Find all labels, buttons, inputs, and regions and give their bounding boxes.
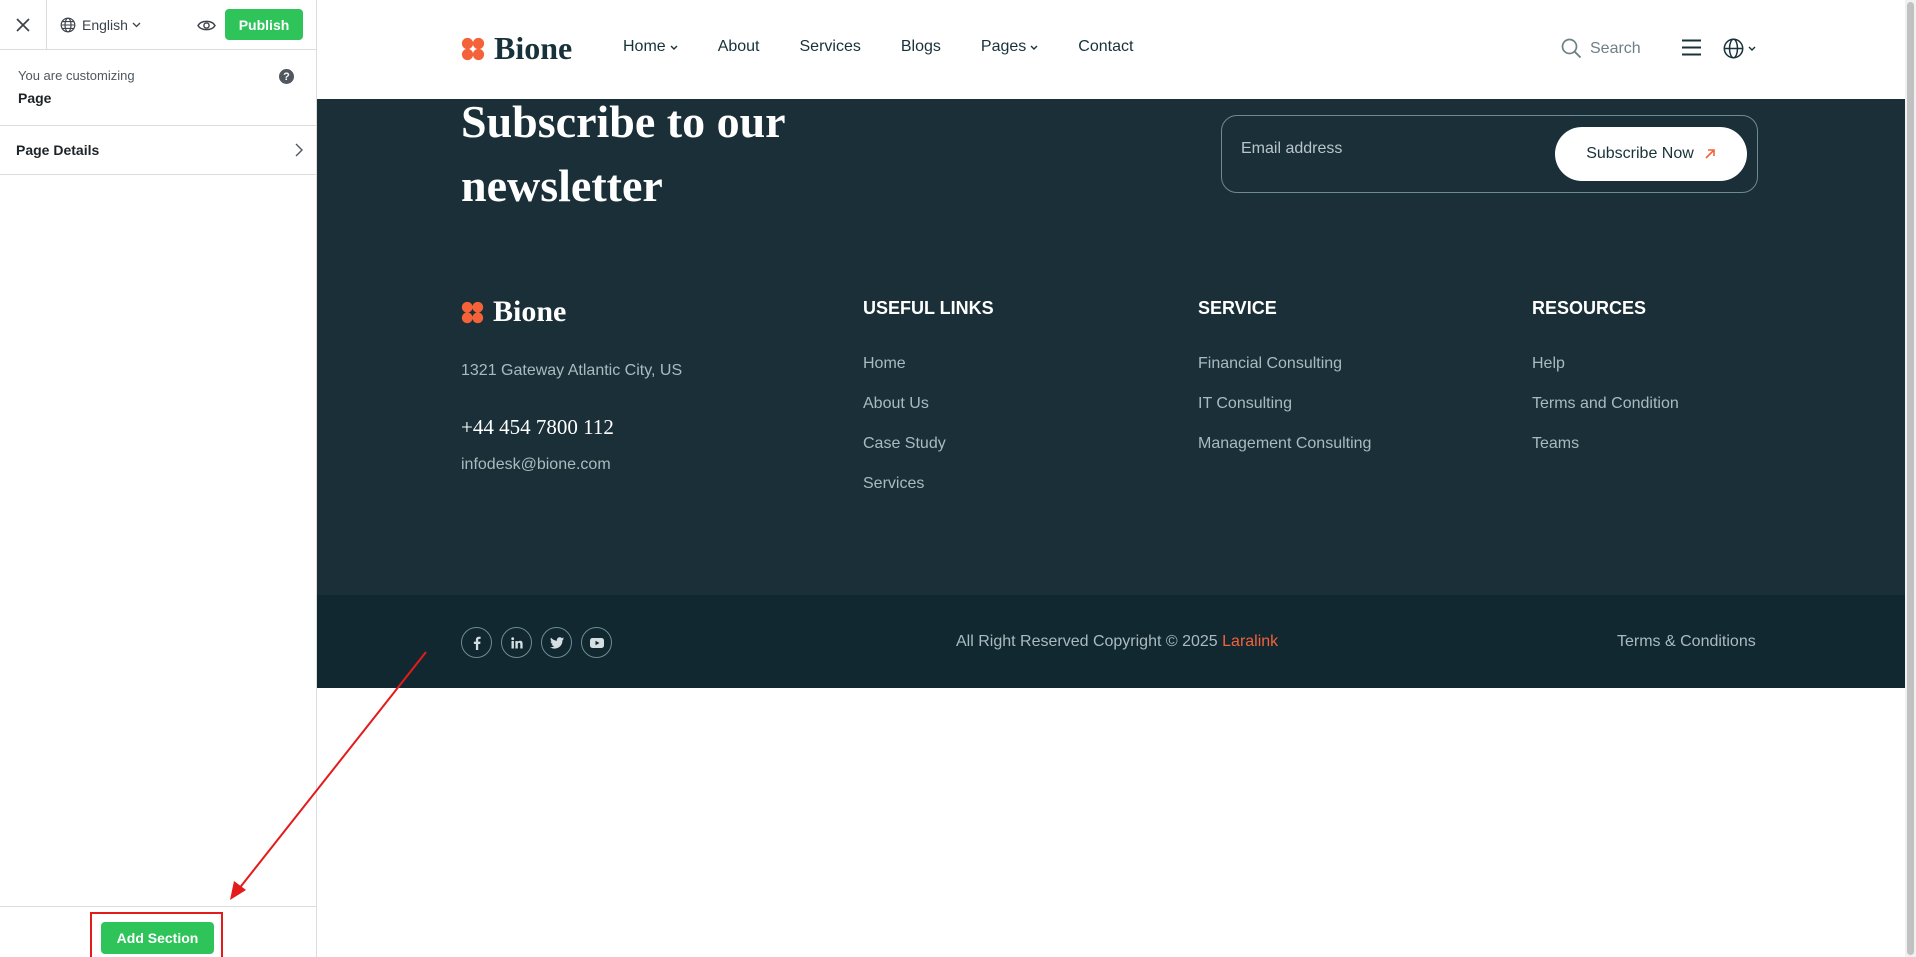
footer-column-title: SERVICE bbox=[1198, 298, 1277, 318]
close-icon bbox=[16, 17, 30, 32]
header-search[interactable]: Search bbox=[1561, 38, 1641, 59]
chevron-down-icon bbox=[1030, 45, 1038, 50]
footer-column-title: USEFUL LINKS bbox=[863, 298, 994, 318]
newsletter-title: Subscribe to our newsletter bbox=[461, 96, 785, 211]
brand-name: Bione bbox=[494, 30, 573, 66]
newsletter-form: Email address Subscribe Now bbox=[1221, 115, 1758, 193]
sidebar-header: English Publish bbox=[0, 0, 316, 50]
twitter-link[interactable] bbox=[541, 627, 572, 658]
nav-item-services[interactable]: Services bbox=[800, 38, 861, 56]
footer-column-useful-links: USEFUL LINKS Home About Us Case Study Se… bbox=[863, 298, 994, 515]
footer-link[interactable]: About Us bbox=[863, 395, 994, 435]
globe-icon bbox=[1723, 38, 1744, 59]
terms-link[interactable]: Terms & Conditions bbox=[1617, 633, 1756, 651]
footer-address: 1321 Gateway Atlantic City, US bbox=[461, 362, 683, 379]
customizing-target: Page bbox=[18, 90, 52, 106]
footer-link[interactable]: Services bbox=[863, 475, 994, 515]
help-icon[interactable]: ? bbox=[279, 69, 294, 84]
youtube-icon bbox=[589, 637, 604, 648]
footer-link[interactable]: Teams bbox=[1532, 435, 1679, 475]
sidebar-footer: Add Section bbox=[0, 906, 317, 957]
preview-scrollbar[interactable] bbox=[1905, 0, 1916, 957]
main-nav: Home About Services Blogs Pages Contact bbox=[623, 38, 1173, 56]
publish-button[interactable]: Publish bbox=[225, 9, 303, 40]
linkedin-link[interactable] bbox=[501, 627, 532, 658]
nav-item-about[interactable]: About bbox=[718, 38, 760, 56]
page-details-label: Page Details bbox=[16, 142, 100, 158]
footer-column-title: RESOURCES bbox=[1532, 298, 1647, 318]
flower-logo-icon bbox=[461, 37, 485, 60]
subscribe-label: Subscribe Now bbox=[1586, 145, 1694, 162]
copyright-brand-link[interactable]: Laralink bbox=[1222, 633, 1278, 650]
facebook-link[interactable] bbox=[461, 627, 492, 658]
chevron-down-icon bbox=[1748, 46, 1756, 51]
footer-link[interactable]: Management Consulting bbox=[1198, 435, 1371, 475]
footer-bottom-bar: All Right Reserved Copyright © 2025 Lara… bbox=[317, 595, 1905, 688]
globe-icon bbox=[60, 17, 76, 32]
customizer-window: English Publish You are customizing Page… bbox=[0, 0, 1916, 957]
search-icon bbox=[1561, 38, 1582, 59]
customizing-label: You are customizing bbox=[18, 68, 135, 83]
site-header: Bione Home About Services Blogs Pages Co… bbox=[317, 0, 1905, 99]
customizing-info: You are customizing Page bbox=[0, 50, 316, 126]
preview-toggle[interactable] bbox=[195, 14, 217, 36]
footer-link[interactable]: IT Consulting bbox=[1198, 395, 1371, 435]
chevron-down-icon bbox=[670, 45, 678, 50]
footer-link[interactable]: Terms and Condition bbox=[1532, 395, 1679, 435]
site-footer: Subscribe to our newsletter Email addres… bbox=[317, 96, 1905, 688]
chevron-down-icon bbox=[132, 22, 141, 27]
footer-column-service: SERVICE Financial Consulting IT Consulti… bbox=[1198, 298, 1371, 475]
add-section-button[interactable]: Add Section bbox=[101, 922, 214, 954]
chevron-right-icon bbox=[295, 143, 303, 157]
footer-link[interactable]: Financial Consulting bbox=[1198, 355, 1371, 395]
footer-logo[interactable]: Bione bbox=[461, 295, 566, 329]
nav-item-contact[interactable]: Contact bbox=[1078, 38, 1133, 56]
nav-item-pages[interactable]: Pages bbox=[981, 38, 1038, 56]
footer-email[interactable]: infodesk@bione.com bbox=[461, 456, 611, 474]
site-logo[interactable]: Bione bbox=[461, 30, 572, 67]
footer-brand-name: Bione bbox=[493, 295, 567, 328]
footer-link[interactable]: Case Study bbox=[863, 435, 994, 475]
footer-column-resources: RESOURCES Help Terms and Condition Teams bbox=[1532, 298, 1679, 475]
twitter-icon bbox=[549, 636, 564, 649]
footer-link[interactable]: Home bbox=[863, 355, 994, 395]
copyright-text: All Right Reserved Copyright © 2025 Lara… bbox=[956, 633, 1279, 650]
close-button[interactable] bbox=[0, 0, 47, 49]
search-label: Search bbox=[1590, 39, 1641, 57]
site-preview: Bione Home About Services Blogs Pages Co… bbox=[317, 0, 1905, 957]
hamburger-menu[interactable] bbox=[1682, 39, 1701, 61]
language-label: English bbox=[82, 16, 128, 33]
hamburger-icon bbox=[1682, 39, 1701, 56]
footer-link[interactable]: Help bbox=[1532, 355, 1679, 395]
flower-logo-icon bbox=[461, 301, 484, 323]
page-details-item[interactable]: Page Details bbox=[0, 126, 316, 175]
nav-item-home[interactable]: Home bbox=[623, 38, 678, 56]
youtube-link[interactable] bbox=[581, 627, 612, 658]
linkedin-icon bbox=[510, 636, 523, 648]
customizer-sidebar: English Publish You are customizing Page… bbox=[0, 0, 317, 957]
highlight-box: Add Section bbox=[90, 912, 223, 957]
nav-item-blogs[interactable]: Blogs bbox=[901, 38, 941, 56]
email-input[interactable]: Email address bbox=[1241, 140, 1342, 158]
header-language[interactable] bbox=[1723, 38, 1756, 59]
subscribe-button[interactable]: Subscribe Now bbox=[1555, 127, 1747, 181]
social-links bbox=[461, 627, 621, 658]
language-selector[interactable]: English bbox=[60, 17, 147, 33]
eye-icon bbox=[196, 20, 216, 30]
scrollbar-thumb[interactable] bbox=[1907, 2, 1914, 955]
arrow-up-right-icon bbox=[1705, 149, 1715, 159]
footer-phone: +44 454 7800 112 bbox=[461, 415, 614, 439]
facebook-icon bbox=[473, 636, 481, 650]
